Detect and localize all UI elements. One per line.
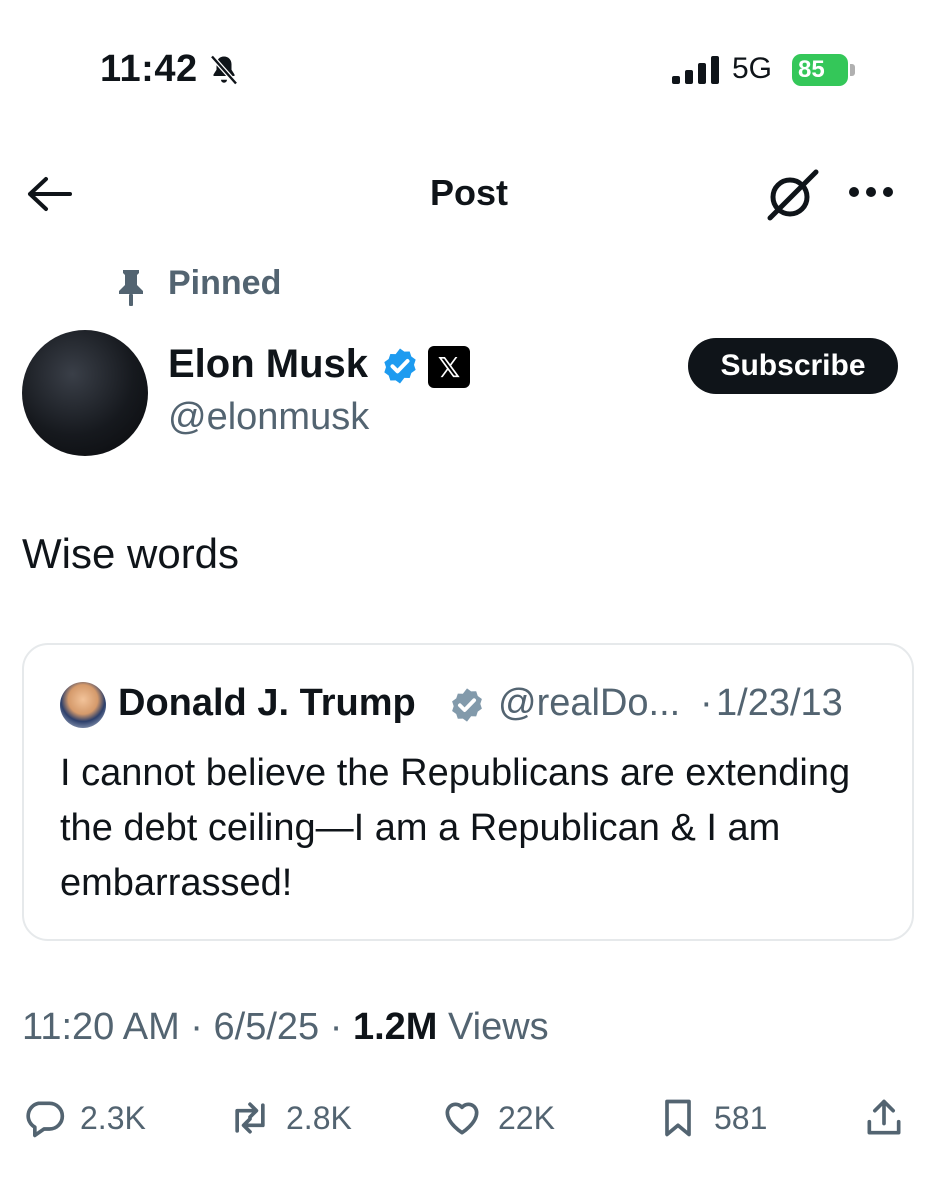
- bookmark-button[interactable]: 581: [656, 1096, 767, 1140]
- bookmark-count: 581: [714, 1099, 768, 1136]
- post-meta: 11:20 AM · 6/5/25 · 1.2M Views: [22, 1006, 549, 1049]
- grok-icon[interactable]: [764, 168, 820, 222]
- repost-count: 2.8K: [286, 1099, 352, 1136]
- verified-badge-icon: [452, 688, 482, 722]
- network-type: 5G: [732, 52, 773, 85]
- share-button[interactable]: [862, 1096, 906, 1140]
- bell-slash-icon: [210, 54, 238, 86]
- heart-icon: [445, 1102, 479, 1135]
- quoted-post-date: 1/23/13: [716, 682, 843, 724]
- share-icon: [867, 1099, 901, 1135]
- pin-icon: [119, 270, 143, 306]
- views-count[interactable]: 1.2M: [353, 1006, 437, 1048]
- battery-level: 85: [798, 56, 825, 83]
- meta-separator: ·: [329, 1006, 353, 1048]
- reply-button[interactable]: 2.3K: [22, 1096, 146, 1140]
- quoted-separator: ·: [700, 682, 713, 724]
- post-date: 6/5/25: [213, 1006, 320, 1048]
- pinned-label: Pinned: [168, 264, 282, 302]
- meta-separator: ·: [190, 1006, 214, 1048]
- x-affiliate-badge: 𝕏: [428, 346, 470, 388]
- repost-icon: [235, 1102, 265, 1134]
- quoted-post-text: I cannot believe the Republicans are ext…: [60, 752, 851, 904]
- verified-badge-icon: [384, 348, 416, 384]
- author-handle[interactable]: @elonmusk: [168, 396, 369, 439]
- like-button[interactable]: 22K: [440, 1096, 555, 1140]
- like-count: 22K: [498, 1099, 555, 1136]
- repost-button[interactable]: 2.8K: [228, 1096, 352, 1140]
- post-time: 11:20 AM: [22, 1006, 180, 1048]
- subscribe-button[interactable]: Subscribe: [688, 338, 898, 394]
- signal-icon: [672, 56, 719, 84]
- post-text: Wise words: [22, 530, 240, 577]
- quoted-author-handle: @realDo...: [498, 682, 681, 724]
- status-time: 11:42: [100, 48, 198, 90]
- reply-icon: [26, 1101, 65, 1138]
- quoted-author-avatar: [60, 682, 106, 728]
- author-avatar[interactable]: [22, 330, 148, 456]
- more-options-icon[interactable]: [848, 182, 894, 202]
- reply-count: 2.3K: [80, 1099, 146, 1136]
- views-label: Views: [448, 1006, 549, 1048]
- author-name[interactable]: Elon Musk: [168, 342, 368, 387]
- bookmark-icon: [665, 1099, 691, 1137]
- quoted-author-name: Donald J. Trump: [118, 682, 416, 724]
- battery-tip: [850, 64, 855, 76]
- battery-indicator: 85: [792, 54, 848, 86]
